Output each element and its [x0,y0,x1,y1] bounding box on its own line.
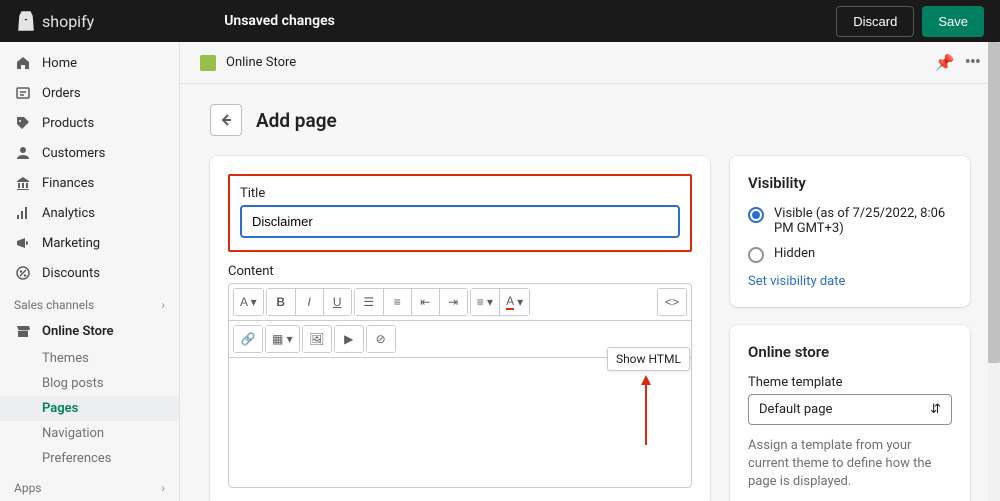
nav-sub-pages[interactable]: Pages [0,396,179,421]
visibility-card: Visibility Visible (as of 7/25/2022, 8:0… [730,156,970,307]
context-bar: Online Store 📌 ••• [180,42,1000,84]
rich-text-editor: A ▾ B I U ☰ ≡ ⇤ ⇥ [228,283,692,488]
nav-label: Orders [42,86,81,101]
nav-customers[interactable]: Customers [0,138,179,168]
nav-finances[interactable]: Finances [0,168,179,198]
nav-label: Analytics [42,206,95,221]
pin-icon[interactable]: 📌 [935,53,955,72]
radio-hidden[interactable]: Hidden [748,246,952,263]
store-icon [14,322,32,340]
arrow-left-icon [218,112,234,128]
tb-outdent[interactable]: ⇤ [411,289,439,315]
finances-icon [14,174,32,192]
logo-text: shopify [42,12,94,31]
title-label: Title [240,186,680,201]
tb-link[interactable]: 🔗 [234,326,262,352]
chevron-right-icon[interactable]: › [161,298,165,312]
discard-button[interactable]: Discard [836,6,914,37]
select-caret-icon: ⇵ [930,402,941,417]
template-select[interactable]: Default page ⇵ [748,394,952,425]
online-store-app-icon [200,55,216,71]
page-header: Add page [210,104,970,136]
sidebar: Home Orders Products Customers Finances … [0,42,180,501]
nav-label: Home [42,56,77,71]
nav-products[interactable]: Products [0,108,179,138]
nav-discounts[interactable]: Discounts [0,258,179,288]
editor-toolbar: A ▾ B I U ☰ ≡ ⇤ ⇥ [228,283,692,321]
section-label: Sales channels [14,298,94,312]
sales-channels-header: Sales channels › [0,288,179,316]
nav-label: Customers [42,146,105,161]
customers-icon [14,144,32,162]
nav-sub-navigation[interactable]: Navigation [0,421,179,446]
radio-icon [748,247,764,263]
chevron-right-icon[interactable]: › [161,481,165,495]
tb-bold[interactable]: B [267,289,295,315]
tb-text-color[interactable]: A ▾ [499,289,529,315]
main-content: Online Store 📌 ••• Add page Title [180,42,1000,501]
tb-list-number[interactable]: ≡ [383,289,411,315]
tb-italic[interactable]: I [295,289,323,315]
nav-label: Discounts [42,266,100,281]
section-label: Apps [14,481,42,495]
content-label: Content [228,264,692,279]
nav-online-store[interactable]: Online Store [0,316,179,346]
scrollbar[interactable] [988,42,1000,501]
save-button[interactable]: Save [922,6,984,37]
title-highlight-box: Title [228,174,692,252]
title-content-card: Title Content A ▾ B I U [210,156,710,501]
visibility-heading: Visibility [748,174,952,192]
tb-image[interactable]: 🖼 [303,326,331,352]
tb-clear-format[interactable]: ⊘ [367,326,395,352]
context-label: Online Store [226,55,296,70]
online-store-card: Online store Theme template Default page… [730,325,970,501]
page-title: Add page [256,109,337,132]
topbar: shopify Unsaved changes Discard Save [0,0,1000,42]
editor-body[interactable] [228,358,692,488]
radio-label: Visible (as of 7/25/2022, 8:06 PM GMT+3) [774,206,952,236]
radio-label: Hidden [774,246,815,261]
set-visibility-date-link[interactable]: Set visibility date [748,274,845,289]
logo[interactable]: shopify [16,10,94,32]
marketing-icon [14,234,32,252]
template-help-text: Assign a template from your current them… [748,437,952,492]
discounts-icon [14,264,32,282]
analytics-icon [14,204,32,222]
tb-list-bullet[interactable]: ☰ [355,289,383,315]
online-store-heading: Online store [748,343,952,361]
select-value: Default page [759,402,832,417]
nav-marketing[interactable]: Marketing [0,228,179,258]
shopify-bag-icon [16,10,36,32]
nav-sub-preferences[interactable]: Preferences [0,446,179,471]
orders-icon [14,84,32,102]
radio-icon [748,207,764,223]
apps-header: Apps › [0,471,179,499]
show-html-tooltip: Show HTML [607,347,690,371]
nav-label: Online Store [42,324,114,339]
nav-sub-blog-posts[interactable]: Blog posts [0,371,179,396]
nav-label: Marketing [42,236,100,251]
tb-align[interactable]: ≡ ▾ [471,289,499,315]
nav-orders[interactable]: Orders [0,78,179,108]
tb-video[interactable]: ▶ [335,326,363,352]
tb-font-family[interactable]: A ▾ [234,289,263,315]
more-icon[interactable]: ••• [965,52,980,73]
radio-visible[interactable]: Visible (as of 7/25/2022, 8:06 PM GMT+3) [748,206,952,236]
products-icon [14,114,32,132]
nav-analytics[interactable]: Analytics [0,198,179,228]
unsaved-changes-label: Unsaved changes [224,13,335,29]
nav-home[interactable]: Home [0,48,179,78]
template-label: Theme template [748,375,952,390]
tb-underline[interactable]: U [323,289,351,315]
nav-label: Products [42,116,94,131]
back-button[interactable] [210,104,242,136]
home-icon [14,54,32,72]
tb-indent[interactable]: ⇥ [439,289,467,315]
nav-sub-themes[interactable]: Themes [0,346,179,371]
nav-label: Finances [42,176,94,191]
tb-show-html[interactable]: <> [658,289,686,315]
tb-table[interactable]: ▦ ▾ [266,326,299,352]
title-input[interactable] [240,205,680,238]
